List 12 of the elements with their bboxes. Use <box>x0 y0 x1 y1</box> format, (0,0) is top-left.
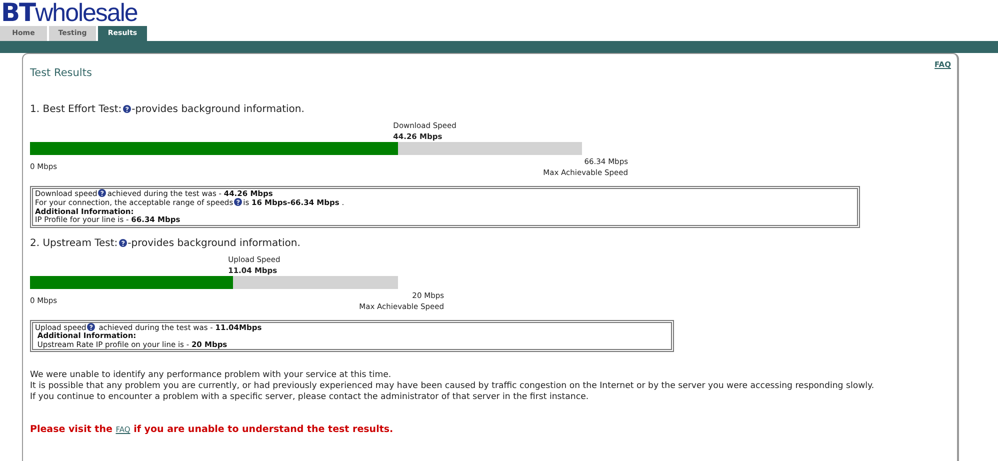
logo[interactable]: BTwholesale <box>0 0 998 25</box>
help-icon <box>118 238 127 247</box>
help-icon <box>234 198 242 206</box>
summary-text: We were unable to identify any performance problem with your service at this time. <box>30 370 392 382</box>
panel-title: Test Results <box>30 66 93 81</box>
summary-text: If you continue to encounter a problem with a specific server, please contact the administrator of that server in the first instance. <box>30 392 590 404</box>
help-icon <box>87 322 96 331</box>
help-icon <box>122 104 131 113</box>
test-heading: 2. Upstream Test: -provides background information. <box>30 238 302 250</box>
test-heading: 1. Best Effort Test: -provides background information. <box>30 104 306 116</box>
summary-text: It is possible that any problem you are currently, or had previously experienced may have been caused by traffic congestion on the Internet or by the server you were accessing responding slowly. <box>30 381 876 392</box>
help-icon <box>98 188 106 197</box>
